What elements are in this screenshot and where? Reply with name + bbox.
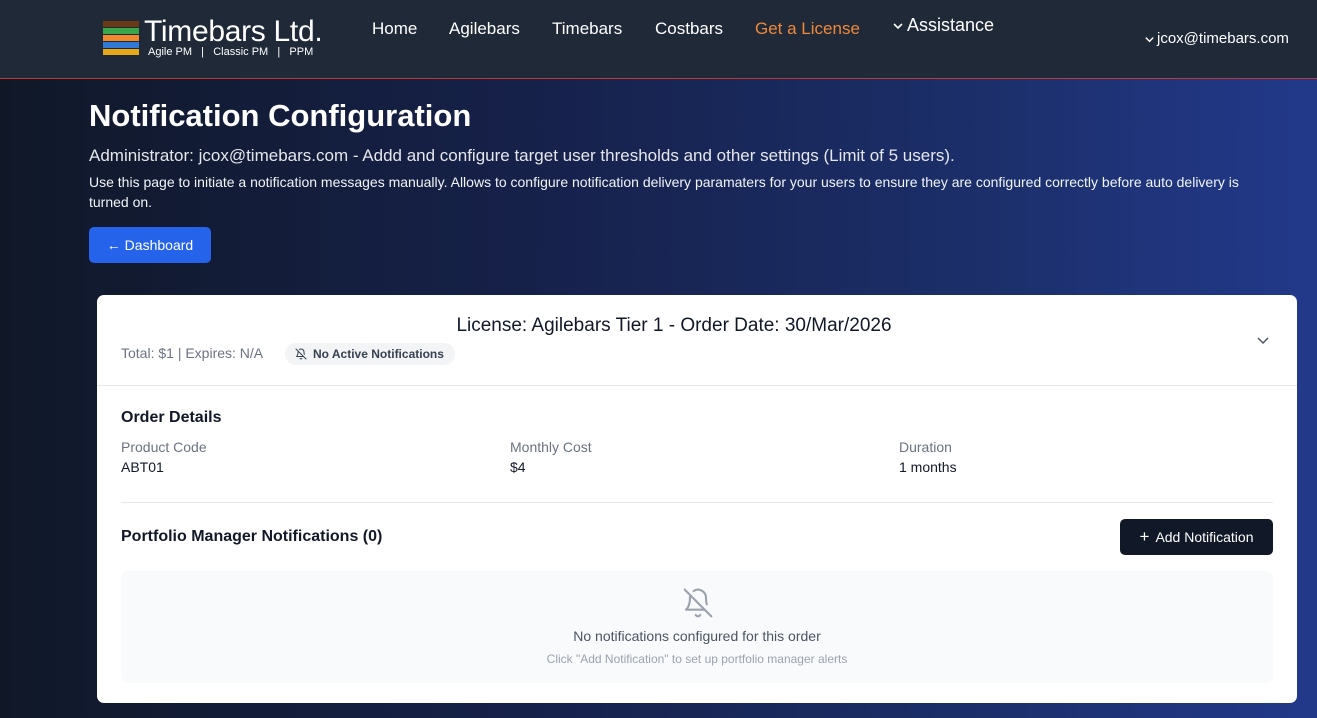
logo-bar	[103, 21, 139, 27]
divider	[121, 502, 1273, 503]
logo-bar	[103, 35, 139, 41]
empty-state: No notifications configured for this ord…	[121, 571, 1273, 683]
chevron-down-icon	[1145, 36, 1154, 42]
add-notification-label: Add Notification	[1155, 529, 1254, 545]
logo-bar	[103, 49, 139, 55]
order-details-title: Order Details	[121, 409, 222, 426]
nav-timebars[interactable]: Timebars	[552, 19, 622, 39]
license-meta: Total: $1 | Expires: N/A	[121, 345, 264, 361]
license-card: License: Agilebars Tier 1 - Order Date: …	[97, 295, 1297, 703]
portfolio-manager-notifications-title: Portfolio Manager Notifications (0)	[121, 528, 383, 545]
logo-bar	[103, 42, 139, 48]
page-title: Notification Configuration	[89, 98, 472, 133]
license-card-header[interactable]: License: Agilebars Tier 1 - Order Date: …	[97, 295, 1297, 386]
monthly-cost-label: Monthly Cost	[510, 439, 592, 455]
nav-home[interactable]: Home	[372, 19, 417, 39]
empty-state-hint: Click "Add Notification" to set up portf…	[546, 652, 848, 666]
page-description: Use this page to initiate a notification…	[89, 174, 1239, 210]
nav-costbars[interactable]: Costbars	[655, 19, 723, 39]
duration-value: 1 months	[899, 459, 957, 475]
product-code-value: ABT01	[121, 459, 164, 475]
bell-off-icon	[295, 348, 307, 360]
product-code-label: Product Code	[121, 439, 207, 455]
logo-bar	[103, 28, 139, 34]
duration-label: Duration	[899, 439, 952, 455]
admin-line: Administrator: jcox@timebars.com - Addd …	[89, 146, 955, 165]
chevron-down-icon[interactable]	[1256, 333, 1270, 347]
nav-get-a-license[interactable]: Get a License	[755, 19, 860, 39]
chevron-down-icon	[893, 23, 903, 30]
add-notification-button[interactable]: + Add Notification	[1120, 519, 1273, 555]
monthly-cost-value: $4	[510, 459, 526, 475]
dashboard-button[interactable]: ← Dashboard	[89, 227, 211, 263]
user-account-menu[interactable]: jcox@timebars.com	[1144, 30, 1289, 47]
top-navigation-bar: Timebars Ltd. Agile PM | Classic PM | PP…	[0, 0, 1317, 79]
brand-tagline: Agile PM | Classic PM | PPM	[148, 46, 314, 58]
nav-assistance-label: Assistance	[907, 15, 995, 35]
brand-logo[interactable]: Timebars Ltd. Agile PM | Classic PM | PP…	[103, 15, 343, 63]
license-title: License: Agilebars Tier 1 - Order Date: …	[456, 315, 892, 336]
empty-state-title: No notifications configured for this ord…	[573, 628, 821, 644]
bell-off-icon	[683, 588, 713, 618]
nav-agilebars[interactable]: Agilebars	[449, 19, 520, 39]
status-badge: No Active Notifications	[285, 343, 455, 365]
logo-bars-icon	[103, 21, 139, 56]
status-badge-label: No Active Notifications	[313, 347, 444, 361]
brand-name: Timebars Ltd.	[144, 15, 323, 48]
nav-assistance-dropdown[interactable]: Assistance	[892, 15, 994, 36]
plus-icon: +	[1139, 527, 1150, 546]
user-email: jcox@timebars.com	[1157, 30, 1289, 47]
